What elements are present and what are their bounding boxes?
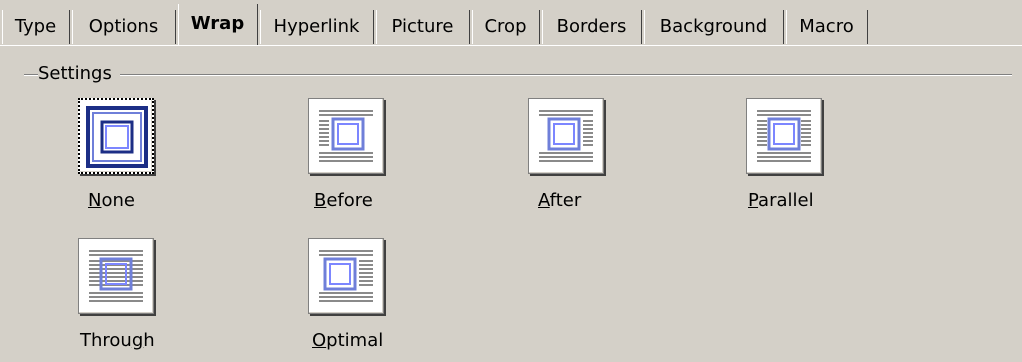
tab-crop[interactable]: Crop [472,10,540,44]
tab-background[interactable]: Background [644,10,784,44]
group-border-highlight [24,75,1012,76]
tab-label: Type [14,16,57,37]
wrap-optimal-icon[interactable] [308,238,384,314]
tab-hyperlink[interactable]: Hyperlink [260,10,374,44]
tab-label: Options [88,16,159,37]
wrap-after-icon[interactable] [528,98,604,174]
wrap-after-label: After [538,190,582,211]
tab-strip: Type Options Wrap Hyperlink Picture Crop… [0,0,1022,46]
tab-label: Macro [799,16,854,37]
wrap-parallel-label: Parallel [748,190,814,211]
wrap-before-icon[interactable] [308,98,384,174]
wrap-through-icon[interactable] [78,238,154,314]
wrap-parallel-icon[interactable] [746,98,822,174]
tab-wrap[interactable]: Wrap [178,4,258,46]
tab-options[interactable]: Options [72,10,176,44]
wrap-before-label: Before [314,190,373,211]
tab-label: Crop [484,16,527,37]
wrap-optimal-label: Optimal [312,330,384,351]
tab-divider [0,45,1022,46]
tab-label: Hyperlink [273,16,360,37]
tab-label: Picture [391,16,454,37]
wrap-through-label: Through [80,330,155,351]
tab-picture[interactable]: Picture [376,10,470,44]
wrap-none-label: None [88,190,135,211]
tab-label: Wrap [190,13,245,34]
settings-group-label: Settings [38,63,120,85]
tab-label: Background [659,16,768,37]
wrap-none-icon[interactable] [78,98,154,174]
tab-type[interactable]: Type [2,10,70,44]
tab-borders[interactable]: Borders [542,10,642,44]
tab-label: Borders [556,16,627,37]
tab-macro[interactable]: Macro [786,10,868,44]
